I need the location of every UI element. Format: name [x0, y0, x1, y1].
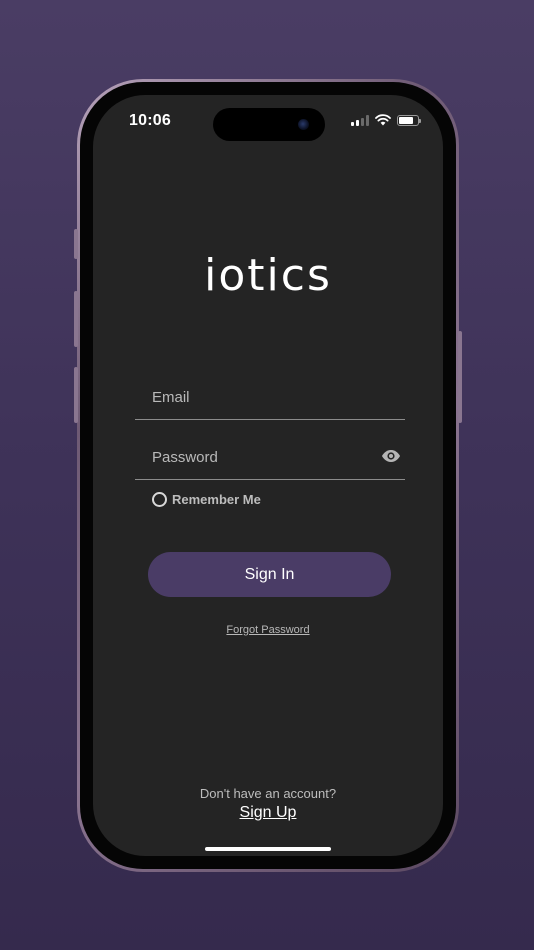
status-icons — [351, 114, 421, 126]
signal-icon — [351, 114, 369, 126]
password-input[interactable] — [152, 442, 352, 472]
camera-icon — [298, 119, 309, 130]
eye-icon[interactable] — [381, 449, 401, 468]
wifi-icon — [375, 114, 391, 126]
email-field — [135, 376, 405, 420]
forgot-password-link[interactable]: Forgot Password — [93, 624, 443, 636]
remember-radio[interactable] — [152, 492, 167, 507]
volume-up-button — [74, 291, 78, 347]
password-field — [135, 436, 405, 480]
phone-frame: 10:06 iotics Email Remember Me Sign In F… — [74, 79, 462, 872]
battery-icon — [397, 114, 421, 126]
sign-up-link[interactable]: Sign Up — [93, 804, 443, 822]
power-button — [458, 331, 462, 423]
remember-me-label: Remember Me — [172, 492, 261, 507]
action-button — [74, 229, 78, 259]
email-input[interactable] — [152, 382, 352, 412]
iotics-logo: iotics — [204, 250, 332, 301]
no-account-text: Don't have an account? — [199, 786, 337, 801]
remember-me-option[interactable]: Remember Me — [152, 492, 261, 507]
home-indicator[interactable] — [205, 847, 331, 851]
sign-in-button[interactable]: Sign In — [148, 552, 391, 597]
status-time: 10:06 — [129, 112, 171, 129]
app-screen: 10:06 iotics Email Remember Me Sign In F… — [93, 95, 443, 856]
volume-down-button — [74, 367, 78, 423]
dynamic-island — [213, 108, 325, 141]
phone-bezel: 10:06 iotics Email Remember Me Sign In F… — [80, 82, 456, 869]
